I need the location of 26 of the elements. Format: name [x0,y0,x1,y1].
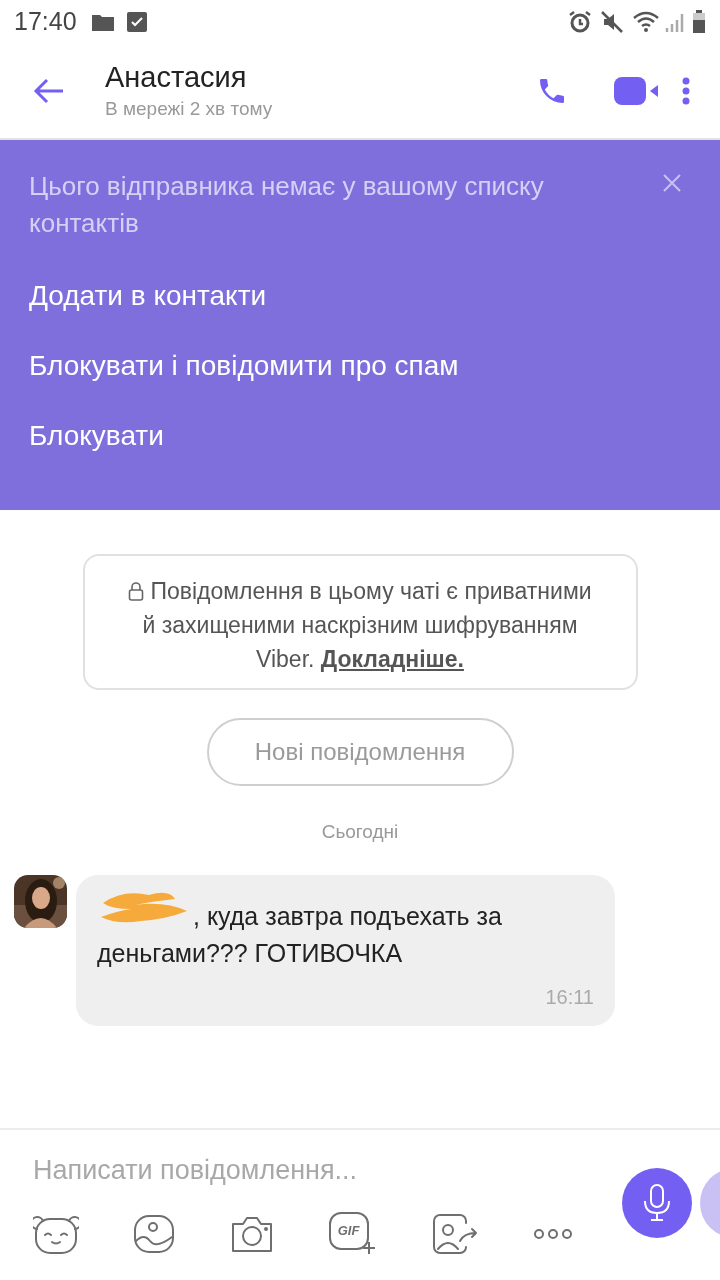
microphone-icon [642,1183,672,1223]
more-options-icon[interactable] [682,77,690,105]
image-icon[interactable] [132,1213,177,1255]
notice-text: Повідомлення в цьому чаті є приватними й захищеними наскрізним шифруванням Viber. Докладніше. [125,574,595,676]
checkbox-icon [126,12,147,32]
back-arrow-icon[interactable] [33,77,65,105]
banner-title: Цього відправника немає у вашому списку контактів [29,170,545,240]
mute-icon [600,10,624,34]
message-time: 16:11 [545,984,594,1010]
learn-more-link[interactable]: Докладніше. [320,646,464,672]
lock-icon [128,581,145,601]
video-camera-icon[interactable] [614,77,660,105]
alarm-icon [568,10,592,34]
folder-icon [90,12,115,32]
date-divider: Сьогодні [321,820,399,844]
bear-face-icon[interactable] [33,1213,79,1255]
status-time: 17:40 [14,6,77,38]
battery-icon [692,10,706,34]
online-status: В мережі 2 хв тому [105,96,273,121]
close-icon[interactable] [663,174,681,192]
wifi-icon [632,10,660,34]
contact-name: Анастасия [105,59,248,95]
new-messages-button[interactable]: Нові повідомлення [206,718,514,786]
more-icon[interactable] [532,1227,573,1241]
message-input[interactable]: Написати повідомлення... [33,1150,573,1190]
message-text: , куда завтра подъехать за деньгами??? ГОТИВОЧКА [97,888,594,972]
